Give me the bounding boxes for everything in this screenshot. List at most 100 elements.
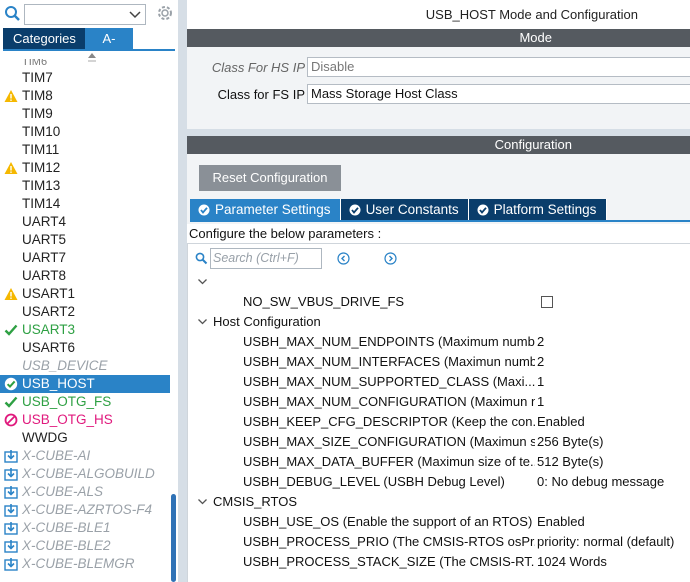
mode-header: Mode [187,29,690,47]
parameter-row[interactable]: USBH_DEBUG_LEVEL (USBH Debug Level) 0: No… [187,472,690,492]
fs-class-select[interactable]: Mass Storage Host Class [307,84,690,104]
tree-item-x-cube-blemgr[interactable]: X-CUBE-BLEMGR [0,555,170,573]
group-row[interactable]: CMSIS_RTOS [187,492,690,512]
tree-item-usb-otg-hs[interactable]: USB_OTG_HS [0,411,170,429]
chevron-down-icon[interactable] [197,496,208,507]
tab-a-to-z[interactable]: A->Z [85,28,133,67]
tab-platform-settings[interactable]: Platform Settings [468,199,608,220]
fs-class-row: Class for FS IP Mass Storage Host Class [187,83,690,105]
tab-user-constants[interactable]: User Constants [340,199,469,220]
chevron-down-icon[interactable] [197,276,208,287]
tree-item-tim6[interactable]: TIM6 [0,59,170,69]
tree-item-tim13[interactable]: TIM13 [0,177,170,195]
tree-item-label: TIM11 [22,142,60,157]
parameter-row[interactable]: USBH_PROCESS_STACK_SIZE (The CMSIS-RT...… [187,552,690,572]
tree-item-usart2[interactable]: USART2 [0,303,170,321]
check-circle-icon [349,204,361,215]
parameter-search-input[interactable]: Search (Ctrl+F) [210,248,322,269]
left-scrollbar-thumb[interactable] [171,494,176,582]
tree-item-label: X-CUBE-AI [22,448,91,463]
tree-item-label: X-CUBE-ALS [22,484,104,499]
search-icon [195,252,208,265]
parameter-name: USBH_KEEP_CFG_DESCRIPTOR (Keep the con..… [243,414,535,429]
parameter-row[interactable]: USBH_MAX_NUM_CONFIGURATION (Maximun n...… [187,392,690,412]
tree-item-x-cube-ble2[interactable]: X-CUBE-BLE2 [0,537,170,555]
parameter-name: USBH_PROCESS_STACK_SIZE (The CMSIS-RT... [243,554,535,569]
tree-item-uart8[interactable]: UART8 [0,267,170,285]
parameter-row[interactable]: USBH_MAX_NUM_ENDPOINTS (Maximum numb... 2 [187,332,690,352]
tree-item-tim9[interactable]: TIM9 [0,105,170,123]
parameter-value[interactable]: 2 [537,352,544,372]
parameter-row[interactable]: USBH_KEEP_CFG_DESCRIPTOR (Keep the con..… [187,412,690,432]
parameter-value[interactable]: 0: No debug message [537,472,664,492]
tab-parameter-settings[interactable]: Parameter Settings [190,199,341,220]
tree-item-uart4[interactable]: UART4 [0,213,170,231]
hs-class-label: Class For HS IP [211,59,305,75]
ip-search-input[interactable] [24,3,146,25]
warning-triangle-icon [4,90,18,102]
next-match-icon[interactable] [384,252,397,265]
parameter-value[interactable]: priority: normal (default) [537,532,674,552]
tree-item-x-cube-ai[interactable]: X-CUBE-AI [0,447,170,465]
previous-match-icon[interactable] [337,252,350,265]
tree-item-usb-device[interactable]: USB_DEVICE [0,357,170,375]
parameter-value[interactable]: Enabled [537,512,585,532]
reset-configuration-button[interactable]: Reset Configuration [199,165,341,191]
parameter-row[interactable]: USBH_PROCESS_PRIO (The CMSIS-RTOS osPr..… [187,532,690,552]
tree-item-x-cube-algobuild[interactable]: X-CUBE-ALGOBUILD [0,465,170,483]
tree-item-usart1[interactable]: USART1 [0,285,170,303]
tree-item-x-cube-als[interactable]: X-CUBE-ALS [0,483,170,501]
tree-item-usb-otg-fs[interactable]: USB_OTG_FS [0,393,170,411]
tree-item-label: TIM10 [22,124,61,139]
tree-item-usb-host[interactable]: USB_HOST [0,375,170,393]
tree-item-tim8[interactable]: TIM8 [0,87,170,105]
tree-item-tim11[interactable]: TIM11 [0,141,170,159]
group-row[interactable] [187,272,690,292]
warning-triangle-icon [4,288,18,300]
download-pack-icon [4,540,18,553]
tree-item-tim10[interactable]: TIM10 [0,123,170,141]
download-pack-icon [4,504,18,517]
tree-item-x-cube-azrtos-f4[interactable]: X-CUBE-AZRTOS-F4 [0,501,170,519]
tree-item-uart7[interactable]: UART7 [0,249,170,267]
tree-item-label: USART2 [22,304,76,319]
tree-item-label: USART3 [22,322,76,337]
parameter-checkbox[interactable] [541,296,553,308]
tree-item-usart6[interactable]: USART6 [0,339,170,357]
parameter-row[interactable]: USBH_USE_OS (Enable the support of an RT… [187,512,690,532]
tree-item-label: X-CUBE-BLE1 [22,520,111,535]
tree-item-tim7[interactable]: TIM7 [0,69,170,87]
parameter-row[interactable]: USBH_MAX_NUM_SUPPORTED_CLASS (Maxi... 1 [187,372,690,392]
parameter-value[interactable]: 256 Byte(s) [537,432,603,452]
section-splitter[interactable] [187,129,690,136]
group-row[interactable]: Host Configuration [187,312,690,332]
tree-item-uart5[interactable]: UART5 [0,231,170,249]
parameter-value[interactable]: Enabled [537,412,585,432]
parameter-value[interactable]: 1 [537,372,544,392]
configuration-header: Configuration [187,136,690,154]
parameter-value[interactable]: 512 Byte(s) [537,452,603,472]
tree-item-tim14[interactable]: TIM14 [0,195,170,213]
hs-class-row: Class For HS IP Disable [187,56,690,78]
parameter-name: USBH_MAX_NUM_CONFIGURATION (Maximun n... [243,394,535,409]
parameter-row[interactable]: USBH_MAX_DATA_BUFFER (Maximun size of te… [187,452,690,472]
tree-item-usart3[interactable]: USART3 [0,321,170,339]
tree-item-tim12[interactable]: TIM12 [0,159,170,177]
tree-item-label: WWDG [22,430,68,445]
parameter-row[interactable]: NO_SW_VBUS_DRIVE_FS [187,292,690,312]
parameter-value[interactable]: 2 [537,332,544,352]
tree-item-label: USART6 [22,340,76,355]
gear-icon[interactable] [155,3,175,23]
panel-splitter[interactable] [178,0,187,582]
parameter-row[interactable]: USBH_MAX_SIZE_CONFIGURATION (Maximun si.… [187,432,690,452]
chevron-down-icon[interactable] [197,316,208,327]
tree-item-wwdg[interactable]: WWDG [0,429,170,447]
tab-categories[interactable]: Categories [3,28,85,49]
chevron-down-icon[interactable] [127,7,143,23]
parameter-value[interactable]: 1 [537,392,544,412]
parameter-value[interactable]: 1024 Words [537,552,607,572]
hs-class-select[interactable]: Disable [307,57,690,77]
parameter-row[interactable]: USBH_MAX_NUM_INTERFACES (Maximun numb...… [187,352,690,372]
tree-item-label: TIM9 [22,106,53,121]
tree-item-x-cube-ble1[interactable]: X-CUBE-BLE1 [0,519,170,537]
